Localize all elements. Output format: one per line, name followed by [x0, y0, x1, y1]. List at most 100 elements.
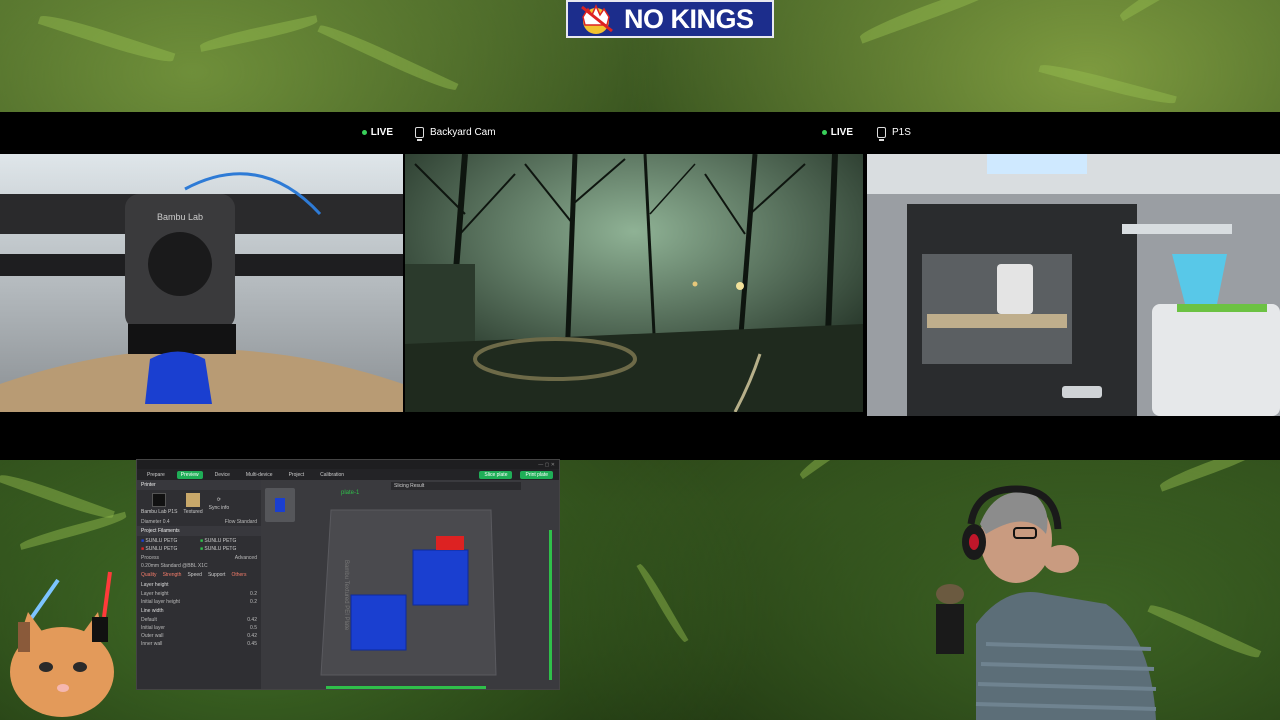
camera-feed — [867, 154, 1280, 416]
build-plate-view: Bambu Textured PEI Plate — [320, 509, 552, 689]
p1s-room-scene — [867, 154, 1280, 416]
camera-header: P1S — [867, 112, 1280, 152]
tab-preview[interactable]: Preview — [176, 470, 203, 479]
setting-row: Outer wall 0.42 — [137, 632, 261, 640]
flow-label: Flow — [224, 519, 236, 525]
plate-icon — [186, 493, 201, 507]
sync-icon: ⟳ — [216, 497, 221, 503]
filament-name: SUNLU PETG — [145, 538, 178, 544]
layer-height-section-title: Layer height — [141, 582, 169, 588]
window-controls[interactable]: — ▢ ✕ — [538, 462, 555, 468]
setting-value[interactable]: 0.5 — [250, 625, 257, 631]
live-dot-icon — [361, 129, 367, 135]
kitten-overlay — [0, 562, 128, 720]
app-tabbar: Prepare Preview Device Multi-device Proj… — [137, 469, 559, 480]
setting-label: Outer wall — [141, 633, 164, 639]
slice-plate-button[interactable]: Slice plate — [479, 470, 513, 479]
camera-header: Backyard Cam LIVE — [405, 112, 863, 152]
live-label: LIVE — [370, 126, 393, 138]
tab-strength[interactable]: Strength — [163, 572, 182, 578]
tab-quality[interactable]: Quality — [141, 572, 157, 578]
settings-sidebar: Printer Bambu Lab P1S Textured ⟳ Sync in… — [137, 480, 261, 689]
camera-header: LIVE — [0, 112, 403, 152]
crown-icon — [581, 4, 613, 34]
flow-value[interactable]: Standard — [237, 519, 257, 525]
camera-icon — [415, 126, 424, 141]
line-width-section-title: Line width — [141, 608, 164, 614]
print-plate-button[interactable]: Print plate — [520, 470, 553, 479]
tab-speed[interactable]: Speed — [187, 572, 201, 578]
camera-name: P1S — [892, 126, 911, 138]
plate-type: Textured — [183, 509, 203, 515]
backyard-scene — [405, 154, 863, 412]
quality-tabs: Quality Strength Speed Support Others — [137, 570, 261, 580]
camera-icon — [877, 126, 886, 141]
backyard-camera: Backyard Cam LIVE — [405, 112, 863, 460]
filament-name: SUNLU PETG — [204, 546, 237, 552]
setting-row: Initial layer 0.5 — [137, 624, 261, 632]
setting-value[interactable]: 0.2 — [250, 591, 257, 597]
setting-value[interactable]: 0.42 — [247, 617, 257, 623]
filament-name: SUNLU PETG — [145, 546, 178, 552]
printer-icon — [152, 493, 167, 507]
no-kings-banner: NO KINGS — [566, 0, 774, 38]
nozzle-row: Diameter 0.4 Flow Standard — [137, 518, 261, 526]
tab-device[interactable]: Device — [211, 471, 234, 479]
tab-prepare[interactable]: Prepare — [143, 471, 169, 479]
filament-item[interactable]: ■ SUNLU PETG — [141, 546, 198, 552]
sync-info-button[interactable]: ⟳ Sync info — [209, 497, 230, 511]
process-preset[interactable]: 0.20mm Standard @BBL X1C — [137, 562, 261, 570]
printer-interior-scene: Bambu Lab — [0, 154, 403, 412]
setting-row: Default 0.42 — [137, 616, 261, 624]
camera-feed — [405, 154, 863, 412]
tab-support[interactable]: Support — [208, 572, 226, 578]
setting-label: Default — [141, 617, 157, 623]
camera-feed: Bambu Lab — [0, 154, 403, 412]
p1s-camera: P1S — [867, 112, 1280, 460]
live-dot-icon — [821, 129, 827, 135]
camera-name: Backyard Cam — [430, 126, 496, 138]
tab-calibration[interactable]: Calibration — [316, 471, 348, 479]
diameter-label: Diameter — [141, 519, 162, 525]
printer-logo: Bambu Lab — [157, 212, 203, 222]
filament-item[interactable]: ■ SUNLU PETG — [200, 546, 257, 552]
tab-multi-device[interactable]: Multi-device — [242, 471, 277, 479]
filament-name: SUNLU PETG — [204, 538, 237, 544]
setting-row: Layer height 0.2 — [137, 590, 261, 598]
filament-list: ■ SUNLU PETG ■ SUNLU PETG ■ SUNLU PETG ■… — [137, 536, 261, 554]
plate-selector[interactable]: Textured — [183, 493, 203, 515]
tab-others[interactable]: Others — [231, 572, 246, 578]
setting-label: Initial layer height — [141, 599, 180, 605]
app-titlebar: — ▢ ✕ — [137, 460, 559, 469]
setting-value[interactable]: 0.2 — [250, 599, 257, 605]
diameter-value[interactable]: 0.4 — [163, 519, 170, 525]
setting-label: Layer height — [141, 591, 169, 597]
filaments-section-title: Project Filaments — [137, 526, 261, 536]
advanced-toggle[interactable]: Advanced — [235, 555, 257, 561]
banner-text: NO KINGS — [624, 3, 754, 34]
printer-interior-camera: LIVE Bambu Lab — [0, 112, 403, 460]
process-label: Process — [141, 555, 160, 561]
camera-strip: LIVE Bambu Lab Backyard Cam LIVE P1S — [0, 112, 1280, 460]
live-indicator: LIVE — [361, 126, 393, 138]
preview-canvas[interactable]: plate-1 Slicing Result Bambu Textured PE… — [261, 480, 559, 689]
sync-label: Sync info — [208, 505, 230, 511]
live-label: LIVE — [830, 126, 853, 138]
live-indicator: LIVE — [821, 126, 853, 138]
presenter-scene — [936, 485, 1157, 720]
filament-item[interactable]: ■ SUNLU PETG — [200, 538, 257, 544]
setting-label: Inner wall — [141, 641, 163, 647]
presenter-webcam — [916, 484, 1178, 720]
printer-name: Bambu Lab P1S — [141, 509, 178, 515]
setting-value[interactable]: 0.45 — [247, 641, 257, 647]
setting-label: Initial layer — [141, 625, 165, 631]
bambu-studio-window: — ▢ ✕ Prepare Preview Device Multi-devic… — [136, 459, 560, 690]
kitten-jedi-illustration — [10, 571, 114, 717]
printer-selector[interactable]: Bambu Lab P1S — [141, 493, 177, 515]
process-value: 0.20mm Standard @BBL X1C — [141, 563, 208, 569]
filament-item[interactable]: ■ SUNLU PETG — [141, 538, 198, 544]
tab-project[interactable]: Project — [285, 471, 309, 479]
setting-value[interactable]: 0.42 — [247, 633, 257, 639]
setting-row: Inner wall 0.45 — [137, 640, 261, 648]
plate-watermark: Bambu Textured PEI Plate — [343, 560, 349, 631]
